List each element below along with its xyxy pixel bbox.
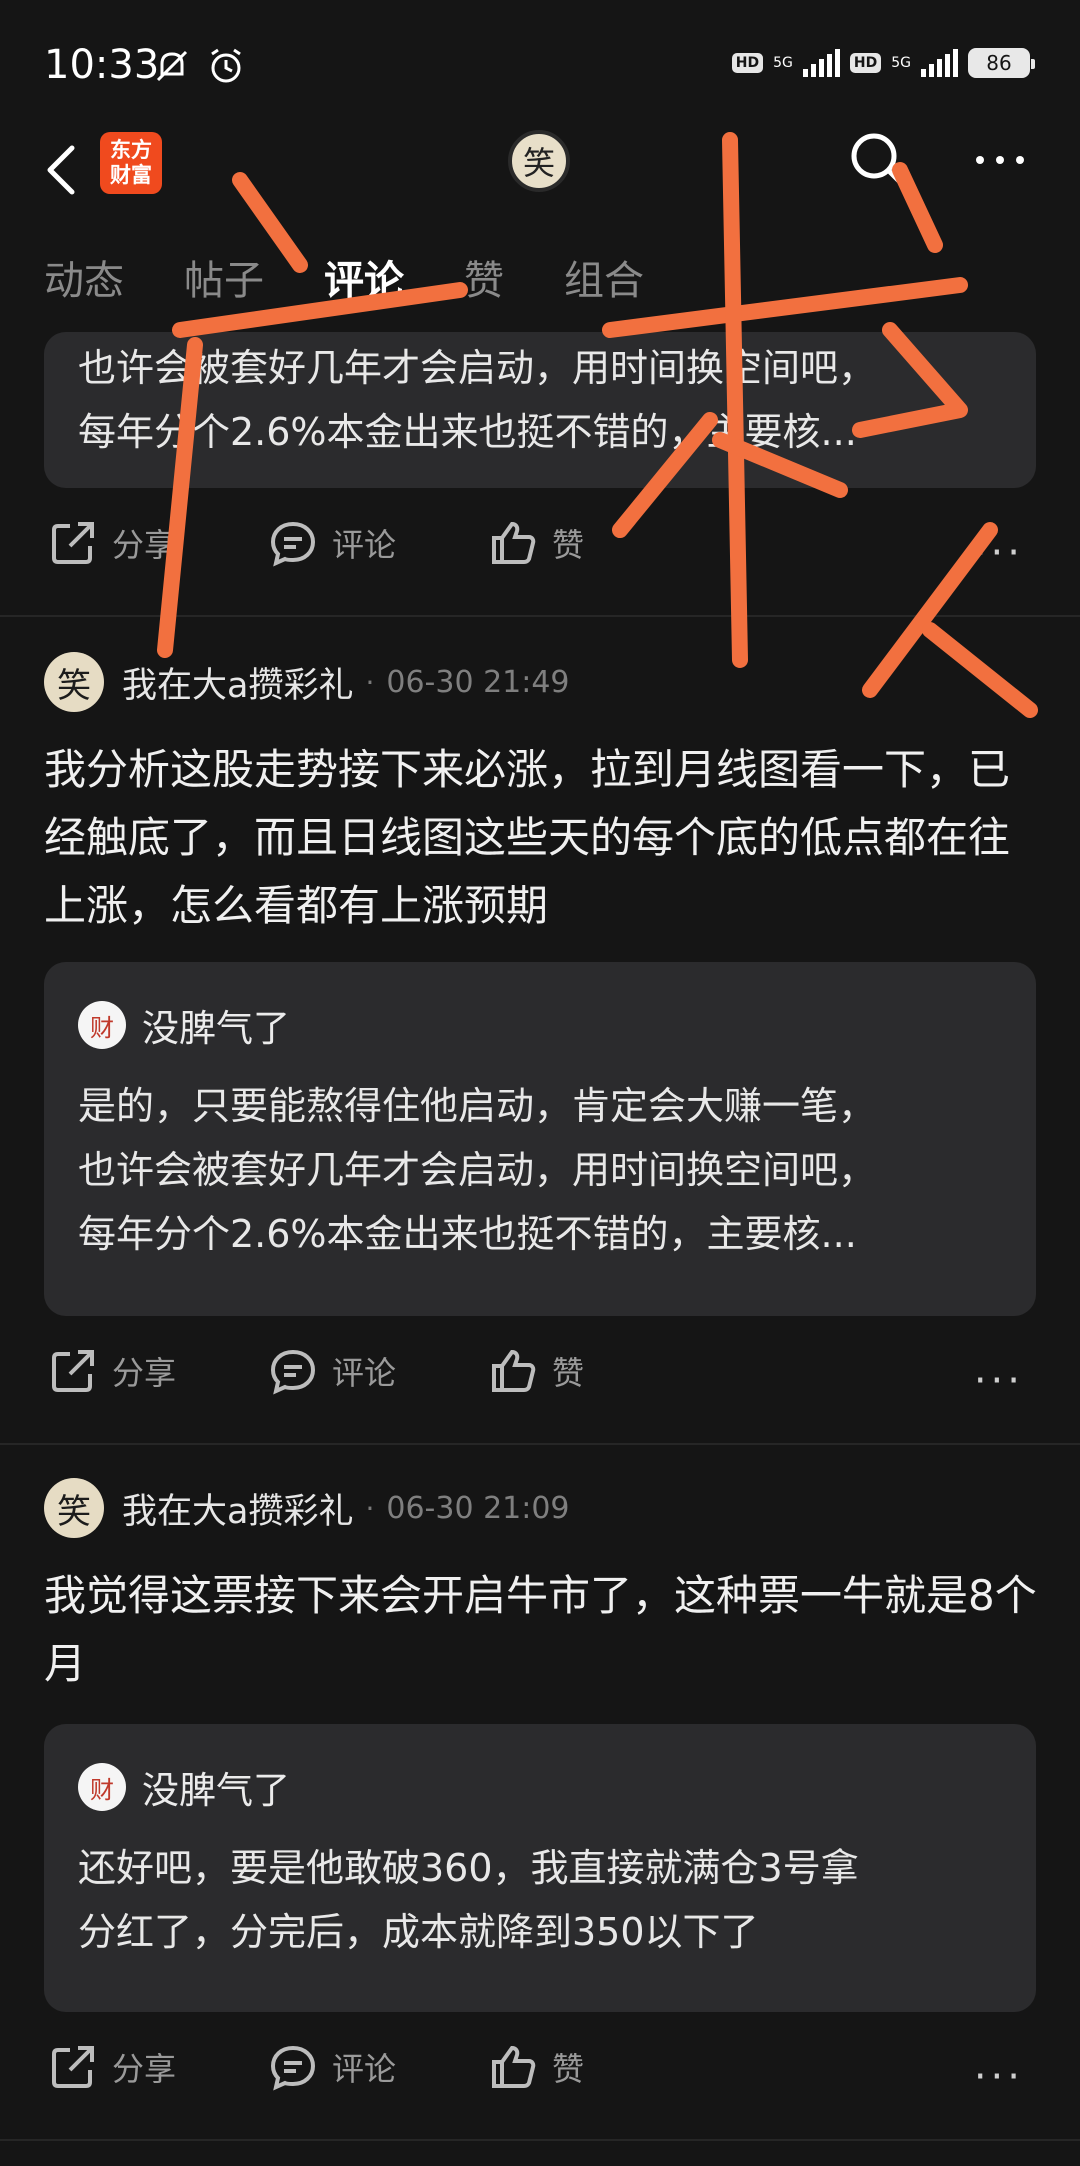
app-logo[interactable]: 东方财富 — [100, 132, 162, 194]
reply-author-name: 没脾气了 — [142, 1769, 290, 1812]
share-button[interactable]: 分享 — [48, 1346, 176, 1396]
tab-posts[interactable]: 帖子 — [184, 248, 264, 306]
share-icon — [52, 2046, 94, 2088]
status-notification-icons — [152, 46, 246, 86]
hd-badge-2: HD — [849, 53, 882, 73]
author-name[interactable]: 我在大a攒彩礼 — [122, 1483, 353, 1534]
battery-icon: 86 — [968, 48, 1035, 78]
tab-dynamics[interactable]: 动态 — [44, 248, 124, 306]
reply-line: 每年分个2.6%本金出来也挺不错的，主要核... — [78, 410, 857, 454]
action-row: 分享 评论 赞 ··· — [0, 1346, 1080, 1416]
like-label: 赞 — [552, 2050, 585, 2088]
status-bar: 10:33 HD 5G HD 5G 86 — [0, 0, 1080, 130]
comment-label: 评论 — [332, 2050, 397, 2088]
thumbs-up-icon — [492, 2045, 536, 2088]
signal-icon-2 — [921, 49, 958, 77]
like-label: 赞 — [552, 526, 585, 564]
quoted-reply-card[interactable]: 财 没脾气了 还好吧，要是他敢破360，我直接就满仓3号拿 分红了，分完后，成本… — [44, 1724, 1036, 2012]
separator-dot: · — [365, 1491, 375, 1525]
reply-line: 还好吧，要是他敢破360，我直接就满仓3号拿 — [78, 1846, 859, 1890]
hd-badge: HD — [731, 53, 764, 73]
mute-icon — [156, 50, 188, 82]
action-row: 分享 评论 赞 ··· — [0, 2042, 1080, 2112]
author-avatar[interactable]: 笑 — [44, 1478, 104, 1538]
comment-button[interactable]: 评论 — [268, 518, 396, 568]
status-time: 10:33 — [44, 42, 160, 88]
post-time: 06-30 21:49 — [386, 664, 570, 700]
reply-line: 分红了，分完后，成本就降到350以下了 — [78, 1910, 759, 1954]
share-button[interactable]: 分享 — [48, 2042, 176, 2092]
like-button[interactable]: 赞 — [488, 2042, 584, 2092]
post-more-button[interactable]: ··· — [974, 2054, 1024, 2100]
post-time: 06-30 21:09 — [386, 1490, 570, 1526]
share-icon — [52, 1350, 94, 1392]
network-type-2: 5G — [891, 55, 911, 71]
comment-icon — [270, 521, 316, 567]
author-name[interactable]: 我在大a攒彩礼 — [122, 657, 353, 708]
share-icon — [52, 522, 94, 564]
comment-button[interactable]: 评论 — [268, 2042, 396, 2092]
like-label: 赞 — [552, 1354, 585, 1392]
reply-avatar: 财 — [78, 1001, 126, 1049]
comment-label: 评论 — [332, 1354, 397, 1392]
reply-line: 每年分个2.6%本金出来也挺不错的，主要核... — [78, 1212, 857, 1256]
alarm-icon — [211, 48, 241, 83]
share-label: 分享 — [112, 1354, 177, 1392]
post-header: 笑 我在大a攒彩礼 · 06-30 21:09 — [44, 1478, 570, 1538]
comment-button[interactable]: 评论 — [268, 1346, 396, 1396]
battery-level: 86 — [986, 51, 1012, 75]
post-text[interactable]: 我觉得这票接下来会开启牛市了，这种票一牛就是8个月 — [44, 1562, 1044, 1698]
post-header: 笑 我在大a攒彩礼 · 06-30 21:49 — [44, 652, 570, 712]
author-avatar[interactable]: 笑 — [44, 652, 104, 712]
tab-likes[interactable]: 赞 — [464, 248, 504, 306]
reply-line: 是的，只要能熬得住他启动，肯定会大赚一笔， — [78, 1084, 877, 1128]
more-options-icon[interactable] — [970, 140, 1030, 180]
like-button[interactable]: 赞 — [488, 1346, 584, 1396]
profile-avatar[interactable]: 笑 — [508, 130, 570, 192]
tab-comments[interactable]: 评论 — [324, 248, 404, 306]
comment-icon — [270, 1349, 316, 1395]
share-button[interactable]: 分享 — [48, 518, 176, 568]
action-row: 分享 评论 赞 ··· — [0, 518, 1080, 588]
search-icon[interactable] — [846, 128, 912, 194]
status-right-group: HD 5G HD 5G 86 — [731, 48, 1035, 78]
post-text[interactable]: 我分析这股走势接下来必涨，拉到月线图看一下，已经触底了，而且日线图这些天的每个底… — [44, 736, 1044, 940]
reply-line: 也许会被套好几年才会启动，用时间换空间吧， — [78, 1148, 877, 1192]
separator-dot: · — [365, 665, 375, 699]
tab-portfolio[interactable]: 组合 — [564, 248, 644, 306]
divider — [0, 1443, 1080, 1445]
thumbs-up-icon — [492, 521, 536, 564]
reply-line: 也许会被套好几年才会启动，用时间换空间吧， — [78, 346, 877, 390]
like-button[interactable]: 赞 — [488, 518, 584, 568]
thumbs-up-icon — [492, 1349, 536, 1392]
quoted-reply-card[interactable]: 也许会被套好几年才会启动，用时间换空间吧， 每年分个2.6%本金出来也挺不错的，… — [44, 332, 1036, 488]
profile-tabs: 动态 帖子 评论 赞 组合 — [44, 248, 644, 306]
divider — [0, 615, 1080, 617]
quoted-reply-card[interactable]: 财 没脾气了 是的，只要能熬得住他启动，肯定会大赚一笔， 也许会被套好几年才会启… — [44, 962, 1036, 1316]
network-type-1: 5G — [773, 55, 793, 71]
back-arrow-icon[interactable] — [38, 140, 88, 200]
comment-label: 评论 — [332, 526, 397, 564]
share-label: 分享 — [112, 526, 177, 564]
post-more-button[interactable]: ··· — [974, 530, 1024, 576]
nav-bar: 东方财富 笑 — [0, 120, 1080, 220]
share-label: 分享 — [112, 2050, 177, 2088]
reply-author-name: 没脾气了 — [142, 1007, 290, 1050]
comment-icon — [270, 2045, 316, 2091]
reply-avatar: 财 — [78, 1763, 126, 1811]
signal-icon — [802, 49, 840, 77]
post-more-button[interactable]: ··· — [974, 1358, 1024, 1404]
divider — [0, 2139, 1080, 2141]
